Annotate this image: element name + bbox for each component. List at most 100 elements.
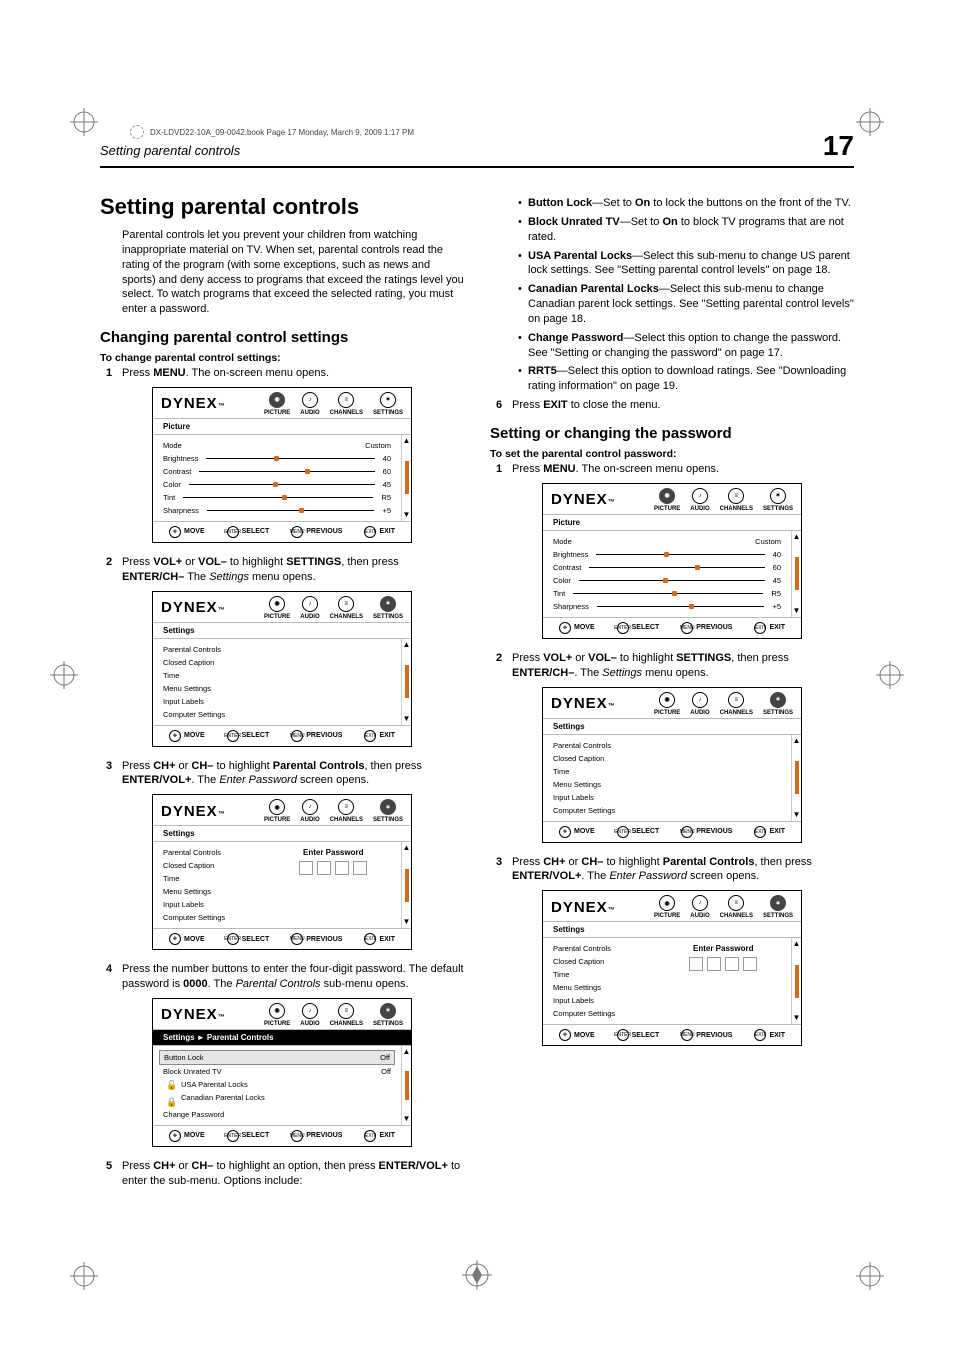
bullet-rrt5: RRT5—Select this option to download rati…	[518, 364, 854, 394]
exit-icon: EXIT	[364, 1130, 376, 1142]
osd-category: Settings	[153, 825, 411, 842]
tab-picture: ◉PICTURE	[654, 488, 680, 512]
osd-footer: ✥MOVE ENTERSELECT MENUPREVIOUS EXITEXIT	[543, 1024, 801, 1045]
enter-icon: ENTER	[617, 1029, 629, 1041]
settings-icon: ✶	[380, 799, 396, 815]
settings-list: Parental Controls Closed Caption Time Me…	[543, 938, 655, 1024]
settings-icon: ✶	[770, 895, 786, 911]
osd-parental-controls: DYNEX™ ◉PICTURE ♪AUDIO ≡CHANNELS ✶SETTIN…	[152, 998, 412, 1147]
dpad-icon: ✥	[169, 1130, 181, 1142]
tab-settings: ✶SETTINGS	[763, 692, 793, 716]
osd-footer: ✥MOVE ENTERSELECT MENUPREVIOUS EXITEXIT	[153, 521, 411, 542]
brand-logo: DYNEX™	[161, 599, 225, 616]
picture-icon: ◉	[269, 596, 285, 612]
dpad-icon: ✥	[169, 526, 181, 538]
page-content: Setting parental controls 17 Setting par…	[0, 0, 954, 1255]
tab-settings: ✶SETTINGS	[373, 799, 403, 823]
tab-channels: ≡CHANNELS	[720, 488, 753, 512]
scrollbar: ▲▼	[401, 1046, 411, 1125]
tab-settings: ✶SETTINGS	[763, 488, 793, 512]
enter-icon: ENTER	[617, 826, 629, 838]
tab-channels: ≡CHANNELS	[330, 392, 363, 416]
brand-logo: DYNEX™	[161, 803, 225, 820]
h1-setting-parental: Setting parental controls	[100, 194, 464, 220]
tab-channels: ≡CHANNELS	[720, 692, 753, 716]
osd-footer: ✥MOVE ENTERSELECT MENUPREVIOUS EXITEXIT	[153, 725, 411, 746]
brand-logo: DYNEX™	[161, 395, 225, 412]
step-4: 4 Press the number buttons to enter the …	[122, 962, 464, 992]
tab-channels: ≡CHANNELS	[330, 1003, 363, 1027]
dpad-icon: ✥	[559, 1029, 571, 1041]
channels-icon: ≡	[728, 692, 744, 708]
tab-channels: ≡CHANNELS	[330, 799, 363, 823]
exit-icon: EXIT	[364, 933, 376, 945]
channels-icon: ≡	[338, 799, 354, 815]
exit-icon: EXIT	[364, 526, 376, 538]
tab-channels: ≡CHANNELS	[720, 895, 753, 919]
menu-icon: MENU	[681, 622, 693, 634]
picture-icon: ◉	[659, 895, 675, 911]
menu-icon: MENU	[291, 933, 303, 945]
tab-audio: ♪AUDIO	[300, 799, 319, 823]
brand-logo: DYNEX™	[551, 899, 615, 916]
tab-picture: ◉PICTURE	[264, 799, 290, 823]
osd-category: Picture	[153, 418, 411, 435]
fold-mark-icon	[462, 1260, 492, 1290]
right-column: Button Lock—Set to On to lock the button…	[490, 194, 854, 1195]
osd-footer: ✥MOVE ENTERSELECT MENUPREVIOUS EXITEXIT	[153, 928, 411, 949]
dpad-icon: ✥	[169, 933, 181, 945]
bullet-change-password: Change Password—Select this option to ch…	[518, 331, 854, 361]
settings-icon: ✶	[380, 596, 396, 612]
audio-icon: ♪	[302, 392, 318, 408]
pstep-2: 2 Press VOL+ or VOL– to highlight SETTIN…	[512, 651, 854, 681]
meta-text: DX-LDVD22-10A_09-0042.book Page 17 Monda…	[150, 128, 414, 137]
enter-icon: ENTER	[227, 730, 239, 742]
tab-settings: ✶SETTINGS	[763, 895, 793, 919]
tab-audio: ♪AUDIO	[690, 895, 709, 919]
brand-logo: DYNEX™	[551, 695, 615, 712]
exit-icon: EXIT	[754, 826, 766, 838]
tab-settings: ✶SETTINGS	[373, 392, 403, 416]
tab-picture: ◉PICTURE	[654, 692, 680, 716]
osd-category: Settings ► Parental Controls	[153, 1029, 411, 1046]
exit-icon: EXIT	[754, 1029, 766, 1041]
tab-settings: ✶SETTINGS	[373, 1003, 403, 1027]
password-prompt: Enter Password	[655, 938, 791, 1024]
settings-list: Parental Controls Closed Caption Time Me…	[543, 735, 791, 821]
step-3: 3 Press CH+ or CH– to highlight Parental…	[122, 759, 464, 789]
scrollbar: ▲▼	[401, 435, 411, 521]
osd-footer: ✥MOVE ENTERSELECT MENUPREVIOUS EXITEXIT	[543, 821, 801, 842]
osd-category: Picture	[543, 514, 801, 531]
scrollbar: ▲▼	[401, 842, 411, 928]
scrollbar: ▲▼	[791, 735, 801, 821]
menu-icon: MENU	[291, 1130, 303, 1142]
unlock-icon: 🔓	[166, 1080, 177, 1091]
dpad-icon: ✥	[559, 622, 571, 634]
channels-icon: ≡	[338, 392, 354, 408]
osd-password-2: DYNEX™ ◉PICTURE ♪AUDIO ≡CHANNELS ✶SETTIN…	[542, 890, 802, 1046]
bullet-button-lock: Button Lock—Set to On to lock the button…	[518, 196, 854, 211]
audio-icon: ♪	[302, 596, 318, 612]
tab-picture: ◉PICTURE	[264, 1003, 290, 1027]
audio-icon: ♪	[302, 799, 318, 815]
audio-icon: ♪	[692, 895, 708, 911]
pstep-3: 3 Press CH+ or CH– to highlight Parental…	[512, 855, 854, 885]
picture-icon: ◉	[269, 1003, 285, 1019]
channels-icon: ≡	[728, 488, 744, 504]
left-column: Setting parental controls Parental contr…	[100, 194, 464, 1195]
osd-footer: ✥MOVE ENTERSELECT MENUPREVIOUS EXITEXIT	[543, 617, 801, 638]
osd-category: Settings	[543, 921, 801, 938]
audio-icon: ♪	[302, 1003, 318, 1019]
menu-icon: MENU	[681, 826, 693, 838]
intro-paragraph: Parental controls let you prevent your c…	[100, 228, 464, 317]
picture-icon: ◉	[269, 392, 285, 408]
reg-mark-icon	[856, 1262, 884, 1290]
step-2: 2 Press VOL+ or VOL– to highlight SETTIN…	[122, 555, 464, 585]
brand-logo: DYNEX™	[551, 491, 615, 508]
password-prompt: Enter Password	[265, 842, 401, 928]
picture-list: ModeCustom Brightness40 Contrast60 Color…	[543, 531, 791, 617]
step-1: 1 Press MENU. The on-screen menu opens.	[122, 366, 464, 381]
osd-category: Settings	[543, 718, 801, 735]
channels-icon: ≡	[338, 596, 354, 612]
picture-list: ModeCustom Brightness40 Contrast60 Color…	[153, 435, 401, 521]
